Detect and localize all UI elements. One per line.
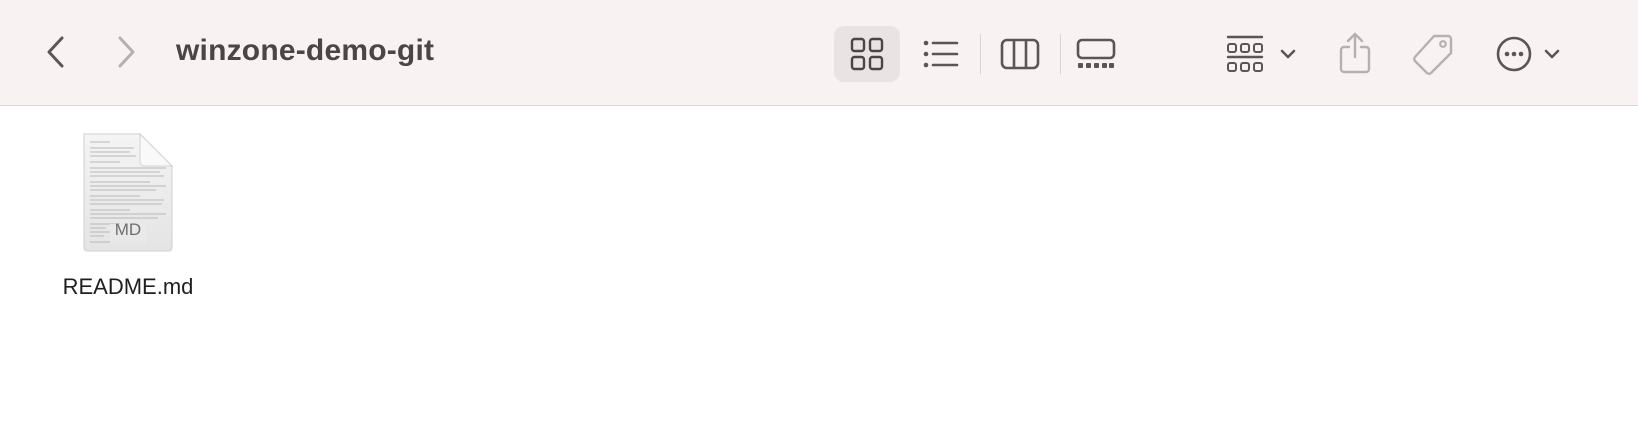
columns-icon — [1000, 38, 1040, 70]
window-title: winzone-demo-git — [176, 34, 435, 67]
list-icon — [923, 40, 959, 68]
tag-icon — [1413, 34, 1453, 75]
file-name: README.md — [62, 274, 194, 299]
grid-icon — [850, 37, 884, 71]
chevron-left-icon — [47, 36, 64, 68]
file-browser-content: MD README.md — [0, 106, 1638, 446]
share-button[interactable] — [1334, 24, 1376, 82]
more-actions-button[interactable] — [1494, 26, 1566, 82]
forward-button[interactable] — [108, 32, 144, 72]
column-view-button[interactable] — [996, 26, 1044, 82]
group-by-icon — [1226, 35, 1296, 72]
file-item-readme[interactable]: MD README.md — [48, 132, 208, 312]
gallery-icon — [1076, 38, 1116, 68]
group-by-button[interactable] — [1224, 26, 1302, 82]
back-button[interactable] — [38, 32, 74, 72]
toolbar: winzone-demo-git — [0, 0, 1638, 106]
toolbar-divider — [1060, 34, 1061, 74]
ellipsis-circle-icon — [1496, 36, 1560, 72]
tag-button[interactable] — [1408, 26, 1458, 82]
finder-window: winzone-demo-git MD README.md — [0, 0, 1638, 446]
toolbar-divider — [980, 34, 981, 74]
gallery-view-button[interactable] — [1074, 26, 1118, 82]
list-view-button[interactable] — [918, 26, 964, 82]
file-type-label: MD — [114, 220, 142, 239]
icon-view-button[interactable] — [834, 26, 900, 82]
chevron-right-icon — [118, 36, 135, 68]
share-icon — [1339, 32, 1371, 74]
